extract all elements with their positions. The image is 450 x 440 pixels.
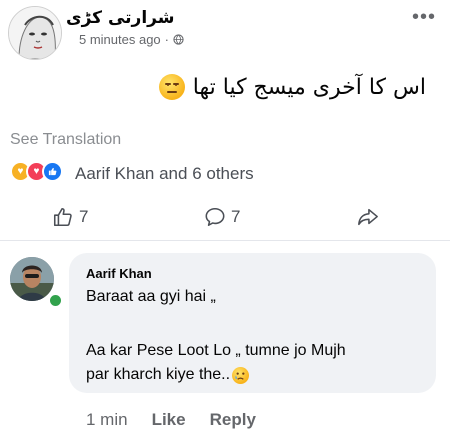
post-time[interactable]: 5 minutes ago	[79, 32, 161, 47]
post-meta: 5 minutes ago ·	[79, 32, 184, 47]
comment-time[interactable]: 1 min	[86, 410, 128, 430]
comment-text-line-2: Aa kar Pese Loot Lo „ tumne jo Mujh	[86, 342, 346, 359]
share-button[interactable]	[356, 206, 380, 228]
like-reaction-icon	[42, 161, 63, 182]
comment-count: 7	[231, 207, 241, 226]
comment-text-line-1: Baraat aa gyi hai „	[86, 288, 216, 305]
section-divider	[0, 240, 450, 241]
unamused-emoji-icon	[158, 74, 185, 100]
comment-reply-button[interactable]: Reply	[210, 410, 256, 430]
share-icon	[358, 208, 378, 226]
reaction-icons[interactable]: ♥ ♥	[10, 161, 63, 182]
see-translation-link[interactable]: See Translation	[10, 131, 121, 149]
commenter-photo	[10, 257, 54, 301]
like-button[interactable]: 7	[52, 206, 88, 228]
comment-button[interactable]: 7	[204, 206, 240, 228]
comment-actions: 1 min Like Reply	[86, 410, 256, 430]
more-options-button[interactable]: •••	[412, 6, 436, 29]
comment-icon	[205, 207, 225, 227]
like-count: 7	[79, 207, 89, 226]
post-body: اس کا آخری میسج کیا تھا	[158, 74, 426, 100]
online-status-indicator	[48, 293, 63, 308]
author-avatar[interactable]	[8, 6, 62, 60]
meta-separator: ·	[164, 32, 170, 47]
comment-like-button[interactable]: Like	[152, 410, 186, 430]
commenter-name[interactable]: Aarif Khan	[86, 266, 152, 281]
author-avatar-illustration	[9, 7, 61, 59]
thumbs-up-icon	[53, 207, 72, 227]
comment-text-line-3: par kharch kiye the..	[86, 366, 250, 384]
more-icon: •••	[411, 6, 436, 28]
author-name[interactable]: شرارتی کڑی	[66, 8, 186, 30]
commenter-avatar[interactable]	[10, 257, 54, 301]
comment-text-line-3-text: par kharch kiye the..	[86, 366, 231, 383]
post-text: اس کا آخری میسج کیا تھا	[192, 74, 426, 100]
globe-icon	[173, 34, 184, 45]
reactions-summary[interactable]: Aarif Khan and 6 others	[75, 164, 254, 184]
sad-tear-emoji-icon	[232, 366, 250, 384]
